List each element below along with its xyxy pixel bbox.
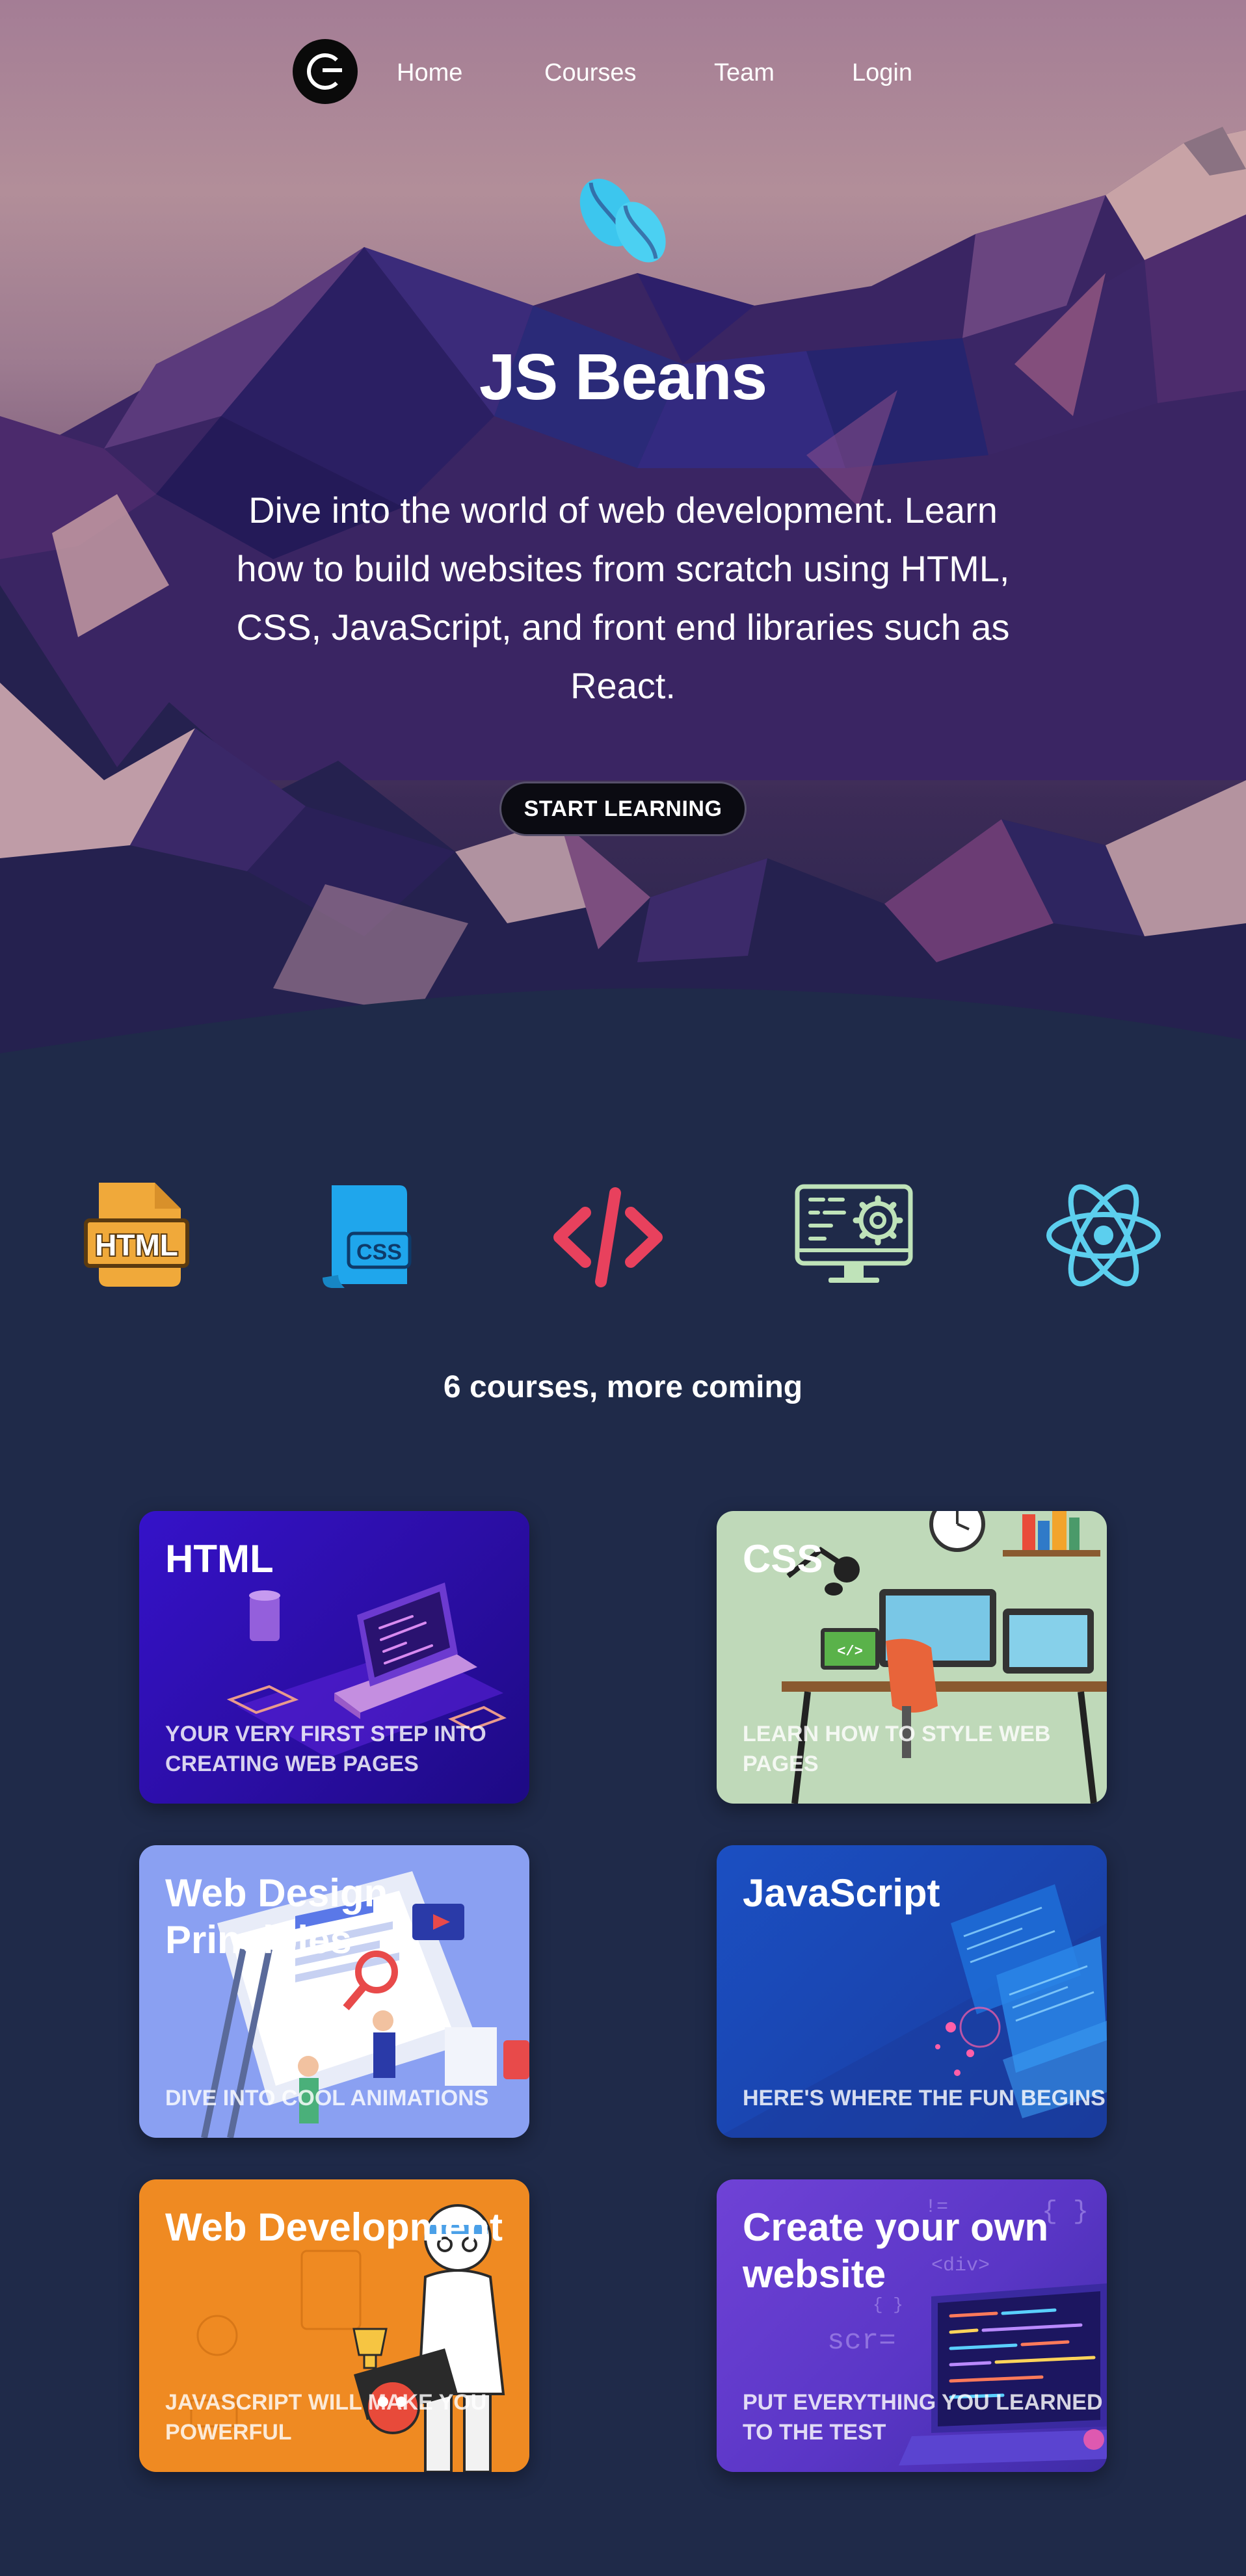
course-card-web-design-principles[interactable]: Web Design Principles Dive into cool ani… — [139, 1845, 529, 2138]
course-card-web-development[interactable]: Web Development JavaScript will make you… — [139, 2179, 529, 2472]
svg-text:{ }: { } — [873, 2295, 903, 2315]
course-card-html[interactable]: HTML Your very first step into creating … — [139, 1511, 529, 1804]
svg-text:HTML: HTML — [95, 1228, 178, 1262]
course-card-create-your-own-website[interactable]: <div> scr= { } != { } Create your own we… — [717, 2179, 1107, 2472]
course-subtitle: Your very first step into creating web p… — [165, 1722, 486, 1776]
course-subtitle: Here's where the fun begins — [743, 2086, 1106, 2110]
course-title: Web Development — [165, 2205, 503, 2249]
top-navigation: Home Courses Team Login — [0, 39, 1246, 111]
svg-text:CSS: CSS — [356, 1240, 402, 1265]
hero-description: Dive into the world of web development. … — [236, 490, 1010, 706]
course-title: Web Design Principles — [165, 1871, 388, 1962]
code-brackets-icon — [553, 1187, 663, 1287]
hero-title: JS Beans — [479, 341, 767, 414]
course-title: Create your own website — [743, 2205, 1049, 2296]
nav-link-login[interactable]: Login — [852, 59, 912, 87]
course-subtitle: Put everything you learned to the test — [743, 2390, 1103, 2445]
svg-text:</>: </> — [837, 1644, 863, 1660]
course-card-javascript[interactable]: JavaScript Here's where the fun begins — [717, 1845, 1107, 2138]
course-subtitle: Learn how to style web pages — [743, 1722, 1051, 1776]
course-subtitle: JavaScript will make you powerful — [165, 2390, 487, 2445]
monitor-gear-icon — [795, 1184, 913, 1283]
technology-icons: HTML CSS — [0, 1180, 1246, 1310]
start-learning-button[interactable]: START LEARNING — [499, 782, 747, 836]
courses-count-heading: 6 courses, more coming — [443, 1370, 803, 1404]
nav-link-home[interactable]: Home — [397, 59, 462, 87]
nav-link-team[interactable]: Team — [714, 59, 775, 87]
course-title: CSS — [743, 1537, 823, 1581]
course-title: JavaScript — [743, 1871, 940, 1915]
coffee-bean-logo-icon[interactable] — [293, 39, 358, 104]
coffee-beans-icon — [579, 178, 666, 263]
course-card-css[interactable]: </> CSS Learn how to style web pages — [717, 1511, 1107, 1804]
svg-text:scr=: scr= — [827, 2325, 896, 2358]
nav-link-courses[interactable]: Courses — [544, 59, 637, 87]
hero-section: Home Courses Team Login JS Beans Dive in… — [0, 0, 1246, 1066]
react-atom-icon — [1046, 1184, 1161, 1287]
css-scroll-icon: CSS — [323, 1185, 412, 1288]
course-subtitle: Dive into cool animations — [165, 2086, 489, 2110]
html-file-icon: HTML — [84, 1183, 189, 1287]
course-title: HTML — [165, 1537, 274, 1581]
